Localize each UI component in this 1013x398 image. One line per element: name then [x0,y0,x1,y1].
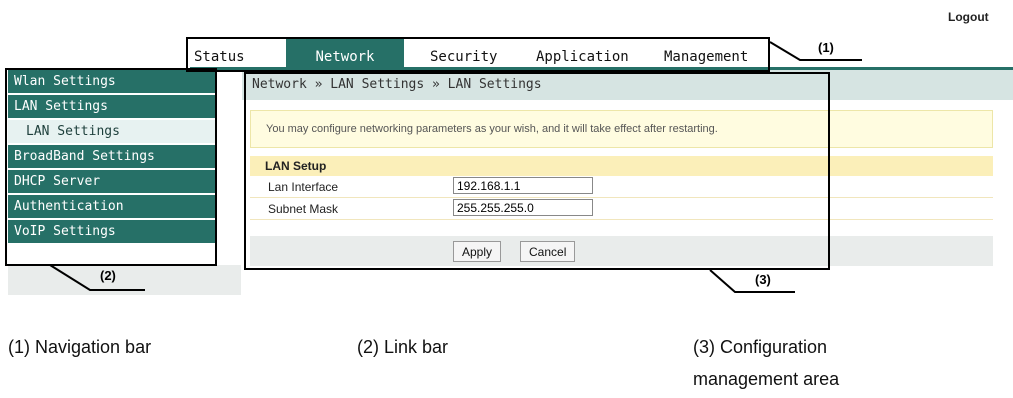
config-callout-leader [709,269,795,293]
caption-management-area: management area [693,369,840,389]
link-callout-label: (2) [100,268,116,283]
caption-link-bar: (2) Link bar [357,337,449,357]
callout-leaders [49,41,862,293]
caption-navigation-bar: (1) Navigation bar [8,337,152,357]
link-callout-leader [49,264,145,291]
caption-configuration: (3) Configuration [693,337,828,357]
config-callout-label: (3) [755,272,771,287]
nav-callout-leader [769,41,862,61]
nav-callout-label: (1) [818,40,834,55]
